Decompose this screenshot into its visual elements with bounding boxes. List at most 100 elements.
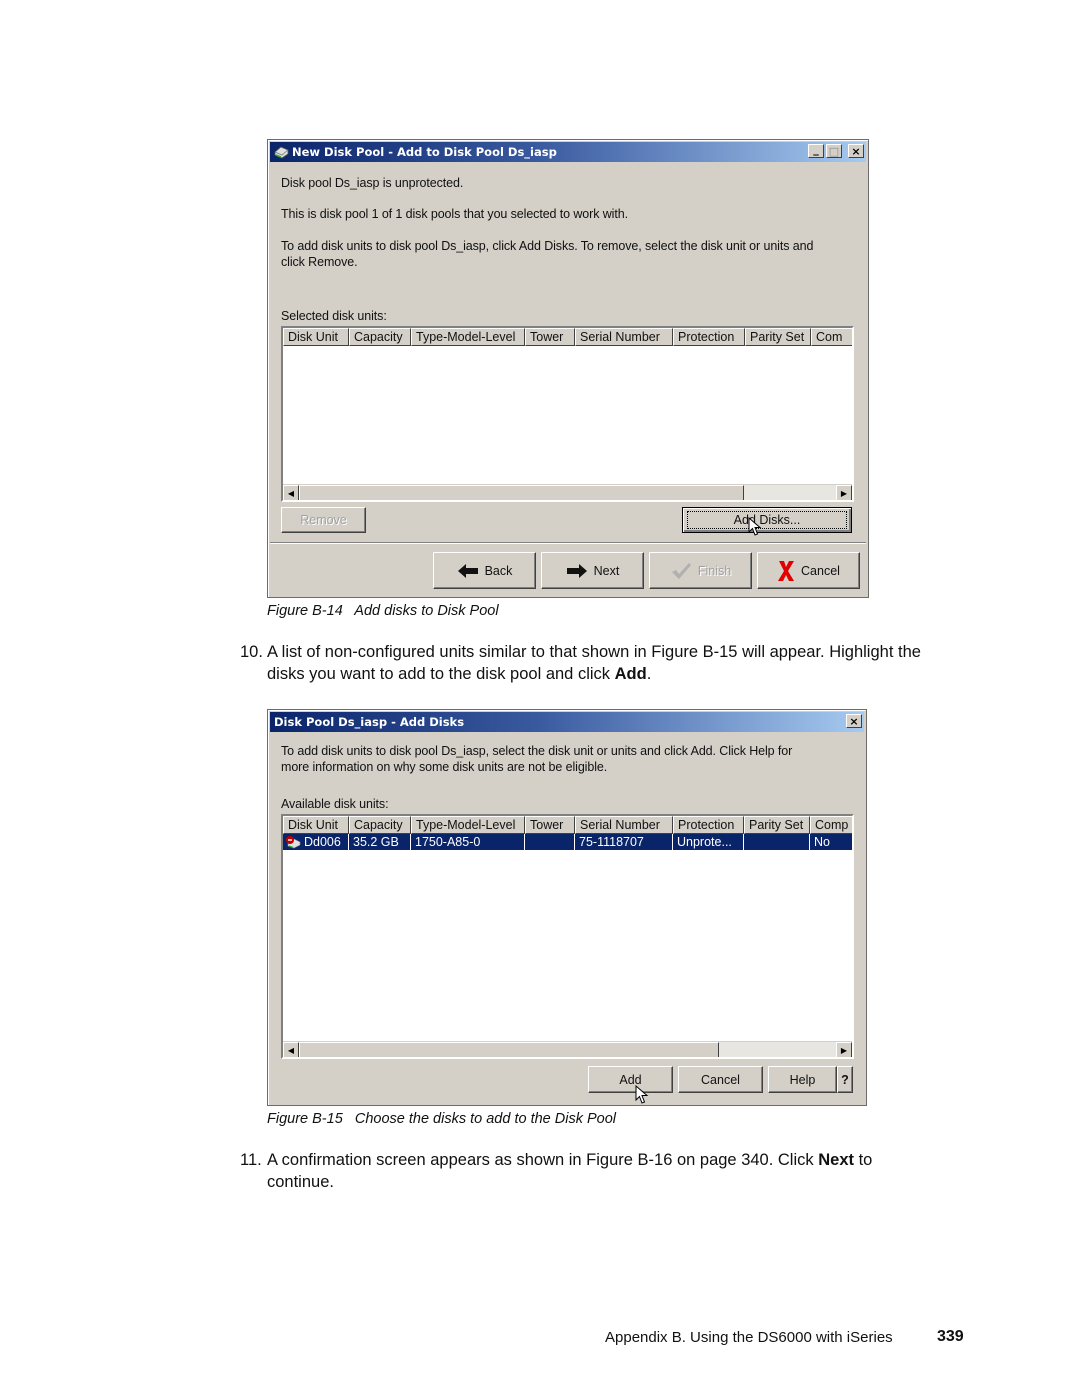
cell-tower <box>525 834 575 850</box>
dialog-title: New Disk Pool - Add to Disk Pool Ds_iasp <box>292 145 557 159</box>
step-11-next-bold: Next <box>818 1151 854 1169</box>
column-header-protection[interactable]: Protection <box>673 328 745 346</box>
cancel-button[interactable]: Cancel <box>757 552 860 589</box>
column-header-capacity[interactable]: Capacity <box>349 328 411 346</box>
step-11-paragraph: 11. A confirmation screen appears as sho… <box>240 1149 987 1193</box>
minimize-icon: _ <box>813 142 819 156</box>
remove-button[interactable]: Remove <box>281 507 366 533</box>
dialog-title-bar[interactable]: New Disk Pool - Add to Disk Pool Ds_iasp… <box>270 142 866 162</box>
pool-count-message: This is disk pool 1 of 1 disk pools that… <box>281 207 628 221</box>
arrow-left-icon <box>457 563 478 578</box>
page-number: 339 <box>937 1328 964 1345</box>
cell-protection: Unprote... <box>673 834 744 850</box>
help-button[interactable]: Help <box>768 1066 837 1093</box>
arrow-right-icon <box>566 563 587 578</box>
scroll-left-button[interactable]: ◀ <box>283 485 299 500</box>
column-header-disk-unit[interactable]: Disk Unit <box>283 816 349 834</box>
column-header-tower[interactable]: Tower <box>525 816 575 834</box>
dialog-title: Disk Pool Ds_iasp - Add Disks <box>274 715 465 729</box>
figure-b14-caption: Figure B-14 Add disks to Disk Pool <box>267 603 499 619</box>
question-mark-icon: ? <box>841 1072 849 1087</box>
maximize-button[interactable]: □ <box>826 144 842 158</box>
step-10-number: 10. <box>240 643 263 661</box>
new-disk-pool-dialog: New Disk Pool - Add to Disk Pool Ds_iasp… <box>267 139 869 598</box>
back-button[interactable]: Back <box>433 552 536 589</box>
available-units-label: Available disk units: <box>281 797 389 811</box>
table-header: Disk Unit Capacity Type-Model-Level Towe… <box>283 816 852 834</box>
scroll-right-button[interactable]: ▶ <box>836 485 852 500</box>
instructions-line-1: To add disk units to disk pool Ds_iasp, … <box>281 239 814 253</box>
close-icon: × <box>851 144 861 158</box>
close-button[interactable]: × <box>848 144 864 158</box>
add-disks-button[interactable]: Add Disks... <box>682 507 852 533</box>
mouse-pointer-icon <box>635 1085 649 1104</box>
minimize-button[interactable]: _ <box>808 144 824 158</box>
step-10-line-1: A list of non-configured units similar t… <box>267 643 921 661</box>
column-header-tower[interactable]: Tower <box>525 328 575 346</box>
step-10-period: . <box>646 665 652 683</box>
horizontal-scrollbar[interactable]: ◀ ▶ <box>283 1041 852 1057</box>
column-header-parity-set[interactable]: Parity Set <box>744 816 810 834</box>
column-header-com[interactable]: Com <box>811 328 852 346</box>
remove-label: Remove <box>300 513 347 527</box>
checkmark-icon <box>671 562 691 579</box>
disk-pool-icon <box>274 146 289 158</box>
mouse-pointer-icon <box>748 517 762 536</box>
column-header-serial-number[interactable]: Serial Number <box>575 816 673 834</box>
step-11-line-2: continue. <box>267 1173 334 1191</box>
column-header-parity-set[interactable]: Parity Set <box>745 328 811 346</box>
dialog-title-bar[interactable]: Disk Pool Ds_iasp - Add Disks × <box>270 712 864 732</box>
scroll-right-icon: ▶ <box>840 1045 848 1055</box>
back-label: Back <box>484 563 513 578</box>
close-button[interactable]: × <box>846 714 862 728</box>
step-10-line-2: disks you want to add to the disk pool a… <box>267 663 987 685</box>
cancel-label: Cancel <box>701 1072 740 1087</box>
column-header-comp[interactable]: Comp <box>810 816 852 834</box>
cancel-label: Cancel <box>801 563 840 578</box>
focus-ring <box>687 511 847 529</box>
finish-label: Finish <box>697 563 732 578</box>
cell-disk-unit: Dd006 <box>283 834 349 850</box>
column-header-serial-number[interactable]: Serial Number <box>575 328 673 346</box>
selected-disk-units-table[interactable]: Disk Unit Capacity Type-Model-Level Towe… <box>281 326 854 502</box>
scrollbar-thumb[interactable] <box>299 1042 719 1057</box>
step-10-paragraph: 10. A list of non-configured units simil… <box>240 641 987 685</box>
cell-type-model-level: 1750-A85-0 <box>411 834 525 850</box>
column-header-disk-unit[interactable]: Disk Unit <box>283 328 349 346</box>
protection-message: Disk pool Ds_iasp is unprotected. <box>281 176 464 190</box>
step-11-text: A confirmation screen appears as shown i… <box>267 1151 819 1169</box>
add-button[interactable]: Add <box>588 1066 673 1093</box>
finish-button[interactable]: Finish <box>649 552 752 589</box>
cell-parity-set <box>744 834 810 850</box>
scroll-right-button[interactable]: ▶ <box>836 1042 852 1057</box>
table-row[interactable]: Dd006 35.2 GB 1750-A85-0 75-1118707 Unpr… <box>283 834 852 850</box>
figure-b15-caption: Figure B-15 Choose the disks to add to t… <box>267 1111 616 1127</box>
cell-comp: No <box>814 835 830 849</box>
disk-unit-value: Dd006 <box>304 835 341 849</box>
cell-capacity: 35.2 GB <box>349 834 411 850</box>
step-10-text: disks you want to add to the disk pool a… <box>267 665 615 683</box>
instructions-line-1: To add disk units to disk pool Ds_iasp, … <box>281 744 793 758</box>
scrollbar-thumb[interactable] <box>299 485 744 500</box>
step-10-add-bold: Add <box>614 665 647 683</box>
next-button[interactable]: Next <box>541 552 644 589</box>
scroll-left-icon: ◀ <box>287 1045 295 1055</box>
button-separator <box>270 542 866 544</box>
scroll-right-icon: ▶ <box>840 488 848 498</box>
column-header-type-model-level[interactable]: Type-Model-Level <box>411 328 525 346</box>
context-help-button[interactable]: ? <box>837 1066 853 1093</box>
scroll-left-button[interactable]: ◀ <box>283 1042 299 1057</box>
step-11-number: 11. <box>240 1151 262 1169</box>
instructions-line-2: click Remove. <box>281 255 358 269</box>
red-x-icon <box>778 560 795 581</box>
page-footer-text: Appendix B. Using the DS6000 with iSerie… <box>605 1329 893 1346</box>
column-header-type-model-level[interactable]: Type-Model-Level <box>411 816 525 834</box>
help-label: Help <box>789 1072 816 1087</box>
horizontal-scrollbar[interactable]: ◀ ▶ <box>283 484 852 500</box>
column-header-protection[interactable]: Protection <box>673 816 744 834</box>
close-icon: × <box>849 714 859 728</box>
cancel-button[interactable]: Cancel <box>678 1066 763 1093</box>
available-disk-units-table[interactable]: Disk Unit Capacity Type-Model-Level Towe… <box>281 814 854 1059</box>
column-header-capacity[interactable]: Capacity <box>349 816 411 834</box>
add-disks-dialog: Disk Pool Ds_iasp - Add Disks × To add d… <box>267 709 867 1106</box>
